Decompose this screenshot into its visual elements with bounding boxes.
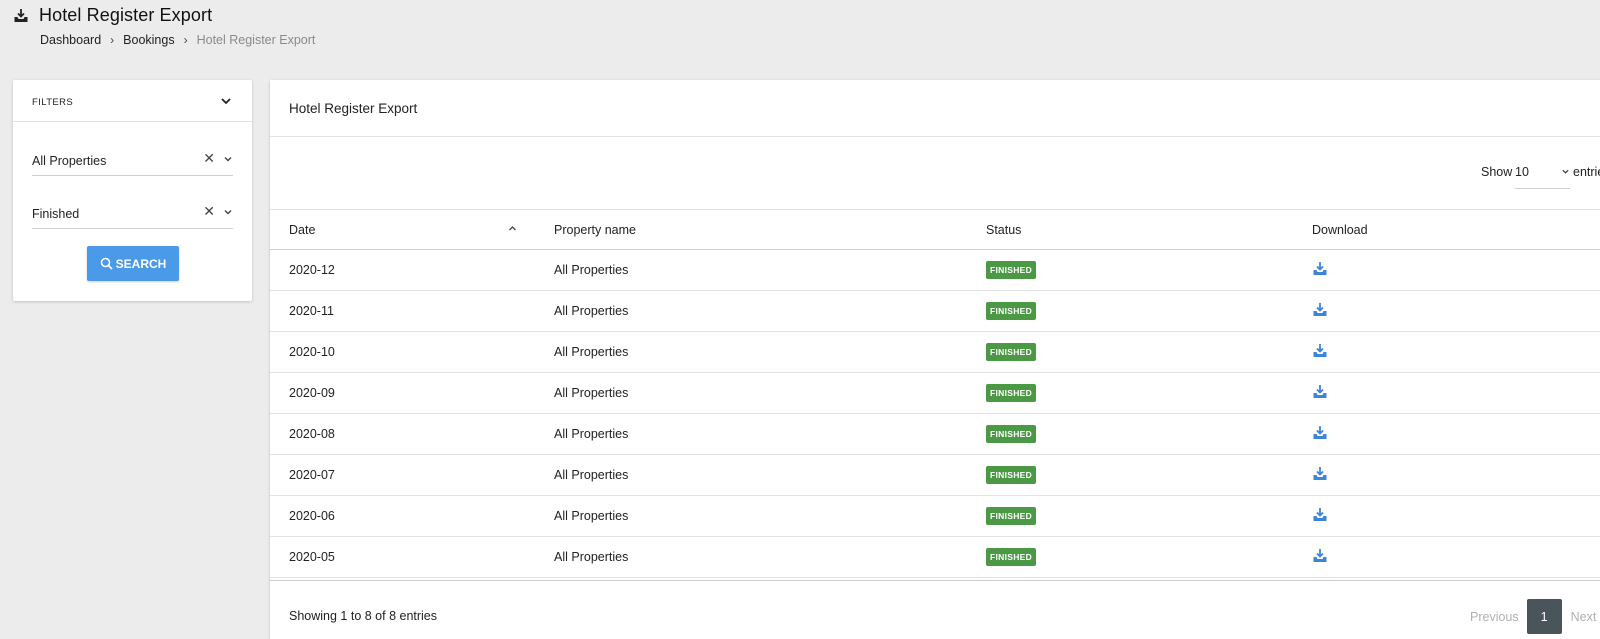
card-title: Hotel Register Export — [289, 101, 418, 116]
search-button[interactable]: SEARCH — [87, 246, 179, 281]
length-label: Show — [1481, 165, 1513, 179]
column-property-name[interactable]: Property name — [554, 223, 636, 237]
page-length-select[interactable]: 10 — [1515, 157, 1570, 189]
table-row: 2020-07 All Properties FINISHED — [270, 455, 1600, 496]
table-bottom-border — [270, 580, 1600, 581]
pagination-page-1[interactable]: 1 — [1526, 599, 1562, 634]
table-header: Date Property name Status Download — [270, 210, 1600, 250]
pagination-previous[interactable]: Previous — [1470, 610, 1519, 624]
column-download[interactable]: Download — [1312, 223, 1368, 237]
table-row: 2020-06 All Properties FINISHED — [270, 496, 1600, 537]
status-badge: FINISHED — [986, 302, 1037, 320]
row-date: 2020-09 — [289, 386, 335, 400]
download-icon[interactable] — [1312, 384, 1328, 400]
row-property-name: All Properties — [554, 345, 629, 359]
download-icon[interactable] — [1312, 302, 1328, 318]
table-info: Showing 1 to 8 of 8 entries — [289, 609, 438, 623]
export-table: Date Property name Status Download 2020-… — [270, 210, 1600, 578]
table-row: 2020-10 All Properties FINISHED — [270, 332, 1600, 373]
chevron-down-icon[interactable] — [223, 207, 233, 217]
row-property-name: All Properties — [554, 386, 629, 400]
pagination: Previous 1 Next — [1470, 599, 1596, 634]
row-property-name: All Properties — [554, 263, 629, 277]
clear-icon[interactable]: ✕ — [203, 203, 215, 220]
status-select-value: Finished — [32, 207, 80, 221]
row-property-name: All Properties — [554, 550, 629, 564]
download-icon[interactable] — [1312, 261, 1328, 277]
column-date[interactable]: Date — [289, 223, 315, 237]
download-icon[interactable] — [1312, 425, 1328, 441]
table-row: 2020-12 All Properties FINISHED — [270, 250, 1600, 291]
chevron-down-icon[interactable] — [223, 154, 233, 164]
row-property-name: All Properties — [554, 509, 629, 523]
breadcrumb-separator: › — [183, 33, 188, 47]
status-badge: FINISHED — [986, 466, 1037, 484]
row-date: 2020-07 — [289, 468, 335, 482]
chevron-down-icon — [1562, 169, 1569, 174]
download-tray-icon — [14, 8, 28, 22]
length-suffix: entries — [1573, 165, 1600, 179]
card-header: Hotel Register Export — [270, 80, 1600, 137]
clear-icon[interactable]: ✕ — [203, 150, 215, 167]
table-row: 2020-11 All Properties FINISHED — [270, 291, 1600, 332]
export-table-card: Hotel Register Export Show 10 entries Da… — [270, 80, 1600, 639]
search-icon — [100, 257, 113, 270]
row-date: 2020-10 — [289, 345, 335, 359]
breadcrumb-separator: › — [110, 33, 115, 47]
row-property-name: All Properties — [554, 304, 629, 318]
download-icon[interactable] — [1312, 507, 1328, 523]
row-date: 2020-05 — [289, 550, 335, 564]
status-badge: FINISHED — [986, 548, 1037, 566]
filters-title: FILTERS — [32, 97, 74, 108]
breadcrumb-dashboard[interactable]: Dashboard — [40, 33, 101, 47]
table-body: 2020-12 All Properties FINISHED 2020-11 … — [270, 250, 1600, 578]
table-length-bar: Show 10 entries — [270, 137, 1600, 210]
breadcrumb-bookings[interactable]: Bookings — [123, 33, 174, 47]
page-header: Hotel Register Export Dashboard › Bookin… — [0, 0, 1600, 70]
filters-header[interactable]: FILTERS — [13, 80, 252, 122]
breadcrumb: Dashboard › Bookings › Hotel Register Ex… — [40, 33, 315, 47]
row-date: 2020-11 — [289, 304, 334, 318]
sort-ascending-icon[interactable] — [508, 224, 517, 233]
chevron-down-icon[interactable] — [220, 95, 232, 107]
row-property-name: All Properties — [554, 468, 629, 482]
download-icon[interactable] — [1312, 548, 1328, 564]
property-select-value: All Properties — [32, 154, 107, 168]
pagination-next[interactable]: Next — [1571, 610, 1597, 624]
page-title: Hotel Register Export — [39, 5, 213, 25]
row-property-name: All Properties — [554, 427, 629, 441]
breadcrumb-current: Hotel Register Export — [196, 33, 316, 47]
status-badge: FINISHED — [986, 507, 1037, 525]
table-row: 2020-08 All Properties FINISHED — [270, 414, 1600, 455]
page-title-row: Hotel Register Export — [13, 5, 212, 26]
row-date: 2020-12 — [289, 263, 335, 277]
table-row: 2020-05 All Properties FINISHED — [270, 537, 1600, 578]
status-badge: FINISHED — [986, 261, 1037, 279]
status-badge: FINISHED — [986, 384, 1037, 402]
status-badge: FINISHED — [986, 343, 1037, 361]
page-length-value: 10 — [1515, 165, 1529, 179]
row-date: 2020-08 — [289, 427, 335, 441]
download-icon[interactable] — [1312, 343, 1328, 359]
download-icon[interactable] — [1312, 466, 1328, 482]
row-date: 2020-06 — [289, 509, 335, 523]
search-button-label: SEARCH — [115, 256, 167, 271]
status-badge: FINISHED — [986, 425, 1037, 443]
column-status[interactable]: Status — [986, 223, 1021, 237]
table-row: 2020-09 All Properties FINISHED — [270, 373, 1600, 414]
status-select[interactable]: Finished ✕ — [32, 193, 233, 229]
property-select[interactable]: All Properties ✕ — [32, 140, 233, 176]
